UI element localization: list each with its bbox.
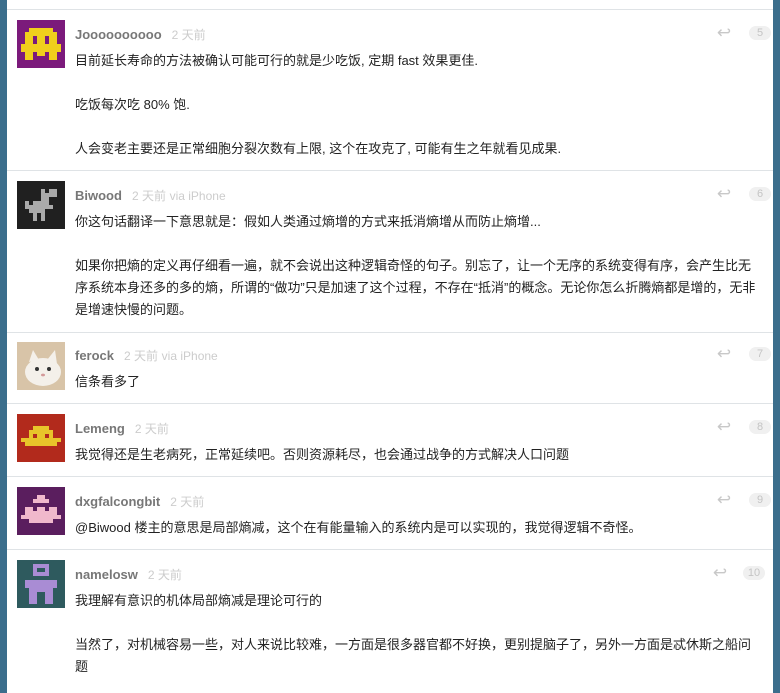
floor-number: 5 [749,26,771,40]
reply-via: via iPhone [169,189,226,203]
reply-content: 我觉得还是生老病死，正常延续吧。否则资源耗尽，也会通过战争的方式解决人口问题 [75,444,759,466]
floor-number: 9 [749,493,771,507]
reply-item: Joooooooooo 2 天前 ↩ 5 目前延长寿命的方法被确认可能可行的就是少… [7,10,773,171]
reply-content: @Biwood 楼主的意思是局部熵减，这个在有能量输入的系统内是可以实现的，我觉… [75,517,759,539]
reply-paragraph: 吃饭每次吃 80% 饱. [75,97,190,112]
floor-number: 8 [749,420,771,434]
cat-photo-avatar-icon [17,342,65,390]
reply-content: 信条看多了 [75,371,759,393]
reply-paragraph: 当然了，对机械容易一些，对人来说比较难，一方面是很多器官都不好换，更别提脑子了，… [75,637,752,674]
reply-arrow-icon[interactable]: ↩ [713,24,735,41]
reply-arrow-icon[interactable]: ↩ [713,491,735,508]
reply-content: 目前延长寿命的方法被确认可能可行的就是少吃饭, 定期 fast 效果更佳. 吃饭… [75,50,759,160]
avatar[interactable] [17,487,65,535]
pixel-hat-avatar-icon [17,414,65,462]
pixel-invader-avatar-icon [17,487,65,535]
username[interactable]: ferock [75,348,114,363]
reply-time: 2 天前 [170,495,205,509]
avatar[interactable] [17,181,65,229]
reply-item: Biwood 2 天前 via iPhone ↩ 6 你这句话翻译一下意思就是：假… [7,171,773,333]
reply-arrow-icon[interactable]: ↩ [713,345,735,362]
reply-meta: namelosw 2 天前 [75,567,182,583]
reply-arrow-icon[interactable]: ↩ [713,418,735,435]
username[interactable]: Joooooooooo [75,27,162,42]
reply-arrow-icon[interactable]: ↩ [713,185,735,202]
reply-paragraph: 目前延长寿命的方法被确认可能可行的就是少吃饭, 定期 fast 效果更佳. [75,53,479,68]
floor-number: 7 [749,347,771,361]
reply-meta: Lemeng 2 天前 [75,421,169,437]
reply-paragraph: 信条看多了 [75,374,141,389]
pixel-robot-avatar-icon [17,560,65,608]
reply-item: namelosw 2 天前 ↩ 10 我理解有意识的机体局部熵减是理论可行的 当然… [7,550,773,693]
reply-arrow-icon[interactable]: ↩ [709,564,731,581]
reply-via: via iPhone [161,349,218,363]
floor-number: 10 [743,566,765,580]
reply-paragraph: @Biwood 楼主的意思是局部熵减，这个在有能量输入的系统内是可以实现的，我觉… [75,520,642,535]
reply-item: ferock 2 天前 via iPhone ↩ 7 信条看多了 [7,333,773,404]
reply-time: 2 天前 [171,28,206,42]
page-background-left [0,0,7,693]
page-background-right [773,0,780,693]
reply-paragraph: 我理解有意识的机体局部熵减是理论可行的 [75,593,323,608]
reply-item: Lemeng 2 天前 ↩ 8 我觉得还是生老病死，正常延续吧。否则资源耗尽，也会… [7,404,773,477]
username[interactable]: Biwood [75,188,122,203]
floor-number: 6 [749,187,771,201]
reply-paragraph: 人会变老主要还是正常细胞分裂次数有上限, 这个在攻克了, 可能有生之年就看见成果… [75,141,562,156]
replies-panel: Joooooooooo 2 天前 ↩ 5 目前延长寿命的方法被确认可能可行的就是少… [7,0,773,693]
avatar[interactable] [17,342,65,390]
reply-meta: dxgfalcongbit 2 天前 [75,494,204,510]
reply-meta: Joooooooooo 2 天前 [75,27,206,43]
reply-meta: Biwood 2 天前 via iPhone [75,188,226,204]
username[interactable]: Lemeng [75,421,125,436]
dinosaur-avatar-icon [17,181,65,229]
reply-time: 2 天前 [147,568,182,582]
reply-time: 2 天前 [131,189,166,203]
reply-item: dxgfalcongbit 2 天前 ↩ 9 @Biwood 楼主的意思是局部熵减… [7,477,773,550]
avatar[interactable] [17,560,65,608]
reply-paragraph: 如果你把熵的定义再仔细看一遍，就不会说出这种逻辑奇怪的句子。别忘了，让一个无序的… [75,258,756,317]
avatar[interactable] [17,20,65,68]
avatar[interactable] [17,414,65,462]
username[interactable]: dxgfalcongbit [75,494,160,509]
username[interactable]: namelosw [75,567,138,582]
pixel-invader-avatar-icon [17,20,65,68]
reply-content: 你这句话翻译一下意思就是：假如人类通过熵增的方式来抵消熵增从而防止熵增... 如… [75,211,759,321]
reply-content: 我理解有意识的机体局部熵减是理论可行的 当然了，对机械容易一些，对人来说比较难，… [75,590,759,678]
reply-time: 2 天前 [124,349,159,363]
reply-time: 2 天前 [134,422,169,436]
reply-paragraph: 你这句话翻译一下意思就是：假如人类通过熵增的方式来抵消熵增从而防止熵增... [75,214,541,229]
reply-meta: ferock 2 天前 via iPhone [75,348,218,364]
reply-paragraph: 我觉得还是生老病死，正常延续吧。否则资源耗尽，也会通过战争的方式解决人口问题 [75,447,570,462]
